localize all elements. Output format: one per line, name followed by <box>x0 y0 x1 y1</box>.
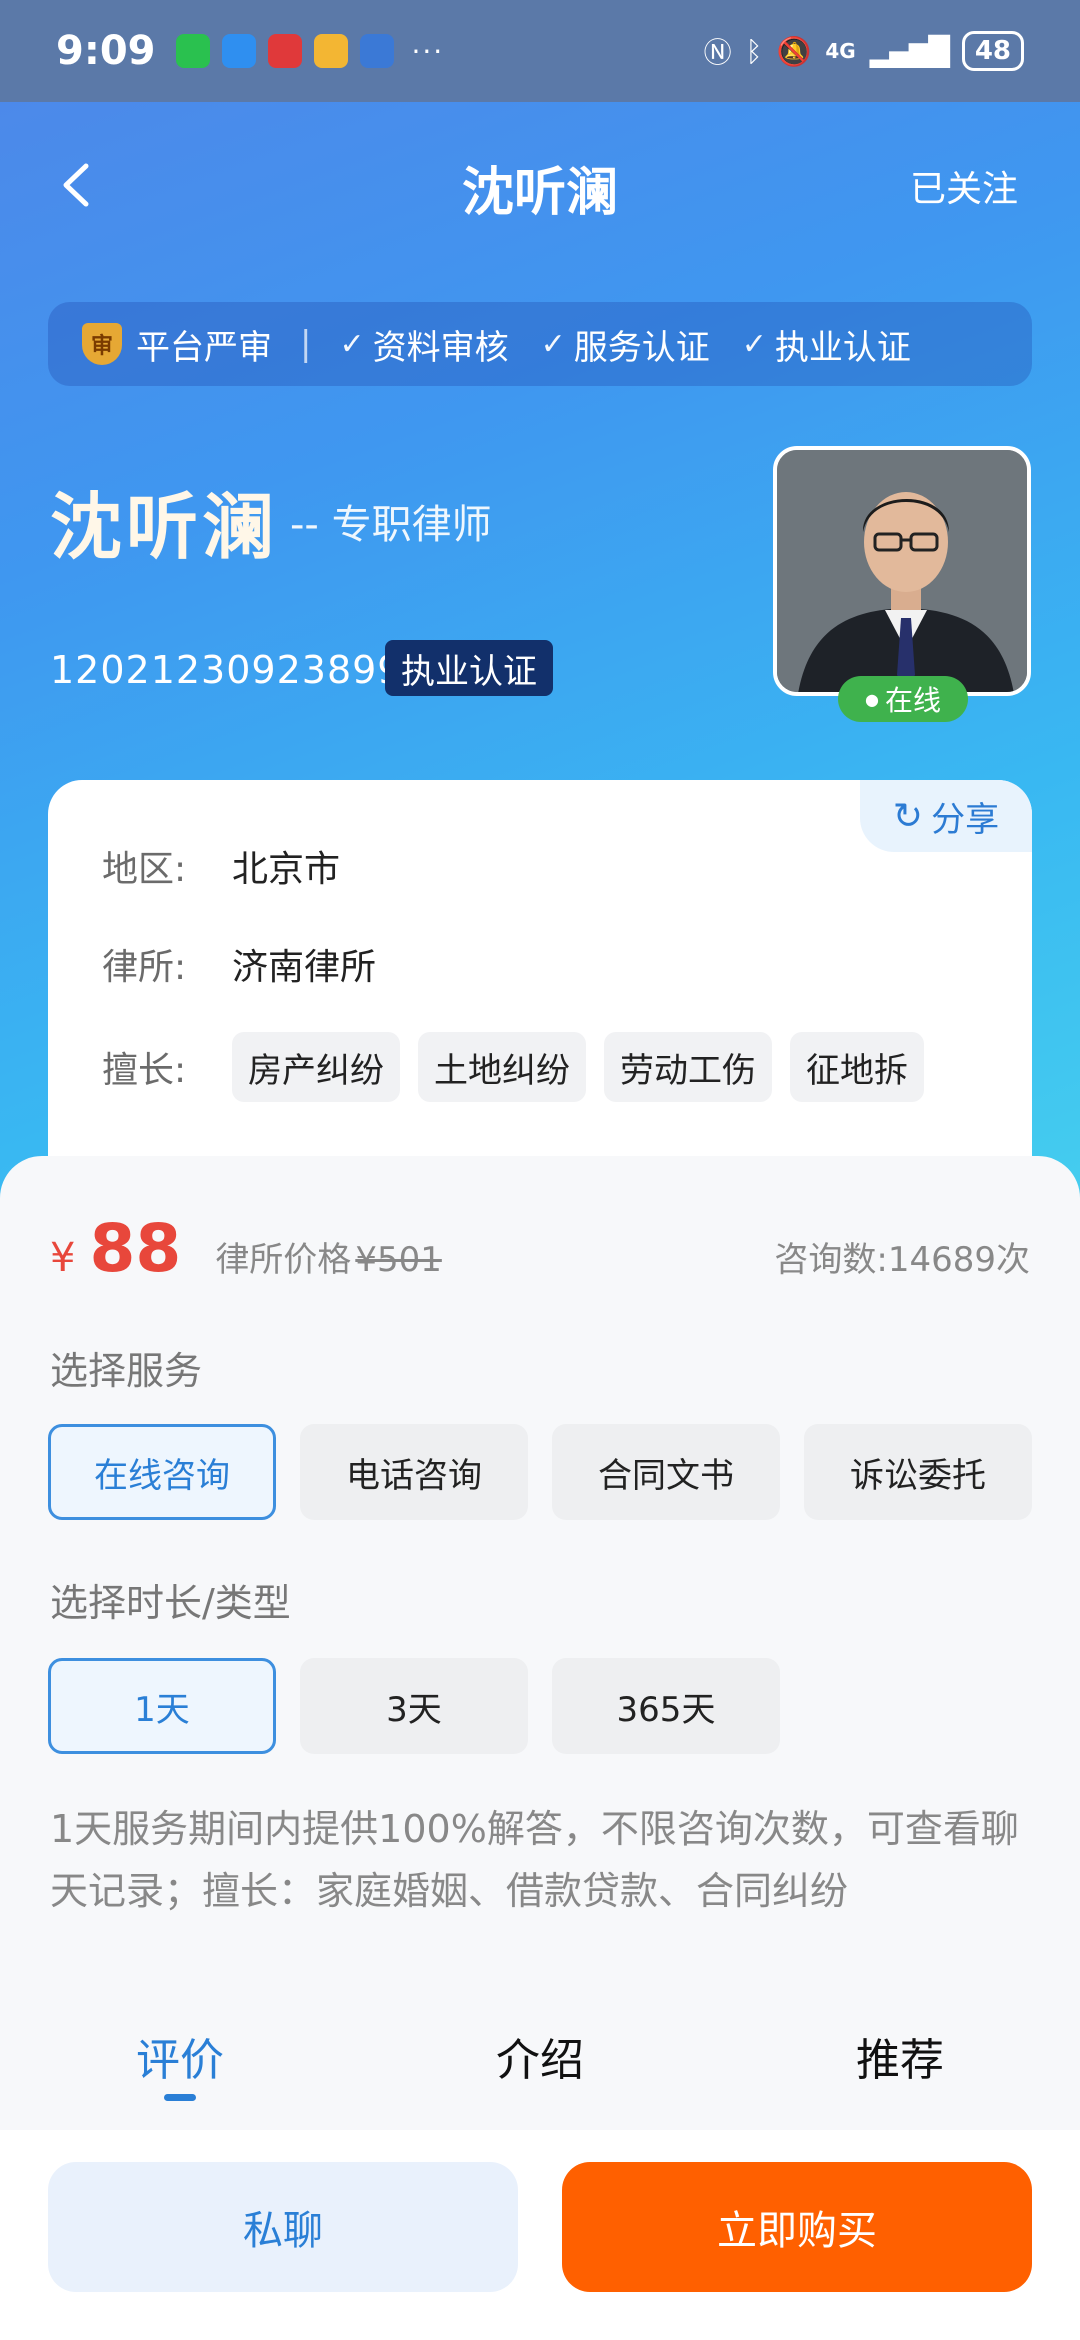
skill-tag: 劳动工伤 <box>604 1032 772 1102</box>
divider: | <box>300 324 312 364</box>
weather-icon <box>313 34 348 68</box>
price-currency: ¥ <box>50 1235 76 1281</box>
audit-item: ✓ 执业认证 <box>742 320 911 369</box>
check-icon: ✓ <box>540 326 566 362</box>
duration-option-365day[interactable]: 365天 <box>552 1658 780 1754</box>
service-option-litigation[interactable]: 诉讼委托 <box>804 1424 1032 1520</box>
service-section-title: 选择服务 <box>50 1349 203 1393</box>
shield-icon: 审 <box>82 323 122 365</box>
status-bar: 9:09 ··· Ⓝ ᛒ 🔕 4G ▂▄▆█ 48 <box>0 0 1080 102</box>
battery-indicator: 48 <box>961 31 1024 71</box>
bank-app-icon <box>359 34 394 68</box>
skills-row: 擅长: 房产纠纷 土地纠纷 劳动工伤 征地拆 <box>102 1032 978 1102</box>
detail-tabs: 评价 介绍 推荐 <box>0 1980 1080 2130</box>
share-button[interactable]: ↻ 分享 <box>860 780 1032 852</box>
skill-tag: 土地纠纷 <box>418 1032 586 1102</box>
firm-label: 律所: <box>102 947 187 988</box>
online-status-badge: ● 在线 <box>838 676 968 722</box>
lawyer-role: -- 专职律师 <box>290 502 492 548</box>
more-notifications-icon: ··· <box>411 34 445 68</box>
skill-tag: 房产纠纷 <box>232 1032 400 1102</box>
audit-item: ✓ 服务认证 <box>541 320 710 369</box>
original-price: ¥501 <box>355 1240 442 1280</box>
bottom-action-bar: 私聊 立即购买 <box>0 2130 1080 2340</box>
online-dot-icon: ● <box>865 689 879 709</box>
tab-label: 介绍 <box>496 2035 584 2086</box>
buy-now-button[interactable]: 立即购买 <box>562 2162 1032 2292</box>
original-price-label: 律所价格 <box>215 1240 352 1280</box>
check-icon: ✓ <box>741 326 767 362</box>
news-app-icon <box>267 34 302 68</box>
audit-item-label: 执业认证 <box>774 327 911 368</box>
share-label: 分享 <box>931 799 1000 840</box>
status-time: 9:09 <box>56 28 156 74</box>
price-value: 88 <box>89 1210 182 1287</box>
service-option-contract[interactable]: 合同文书 <box>552 1424 780 1520</box>
price-row: ¥ 88 律所价格 ¥501 咨询数:14689次 <box>50 1210 1030 1290</box>
network-type: 4G <box>825 39 856 63</box>
service-description: 1天服务期间内提供100%解答，不限咨询次数，可查看聊天记录；擅长：家庭婚姻、借… <box>50 1807 1019 1913</box>
license-number: 12021230923899 <box>50 648 403 692</box>
service-option-phone[interactable]: 电话咨询 <box>300 1424 528 1520</box>
lawyer-photo <box>777 450 1027 692</box>
region-row: 地区: 北京市 <box>102 840 340 892</box>
check-icon: ✓ <box>339 326 365 362</box>
audit-item-label: 服务认证 <box>573 327 710 368</box>
private-chat-button[interactable]: 私聊 <box>48 2162 518 2292</box>
duration-options: 1天 3天 365天 <box>48 1658 780 1754</box>
tab-label: 评价 <box>136 2035 224 2086</box>
skill-tag: 征地拆 <box>790 1032 924 1102</box>
bluetooth-icon: ᛒ <box>745 34 763 68</box>
duration-option-1day[interactable]: 1天 <box>48 1658 276 1754</box>
online-label: 在线 <box>884 684 941 717</box>
tab-label: 推荐 <box>856 2035 944 2086</box>
audit-item: ✓ 资料审核 <box>339 320 508 369</box>
region-label: 地区: <box>102 849 187 890</box>
tab-intro[interactable]: 介绍 <box>360 1980 720 2130</box>
duration-section-title: 选择时长/类型 <box>50 1581 291 1625</box>
wechat-icon <box>175 34 210 68</box>
audit-title: 平台严审 <box>136 327 272 368</box>
tab-reviews[interactable]: 评价 <box>0 1980 360 2130</box>
service-option-online[interactable]: 在线咨询 <box>48 1424 276 1520</box>
lawyer-info-card: ↻ 分享 地区: 北京市 律所: 济南律所 擅长: 房产纠纷 土地纠纷 劳动工伤… <box>48 780 1032 1200</box>
skills-label: 擅长: <box>102 1050 187 1091</box>
avatar[interactable] <box>773 446 1031 696</box>
firm-row: 律所: 济南律所 <box>102 938 376 990</box>
follow-button[interactable]: 已关注 <box>910 160 1018 212</box>
license-badge: 执业认证 <box>385 640 553 696</box>
consult-count: 咨询数:14689次 <box>774 1240 1030 1280</box>
active-tab-indicator <box>164 2094 196 2101</box>
lawyer-name: 沈听澜 <box>50 485 279 569</box>
firm-value: 济南律所 <box>232 947 377 988</box>
audit-item-label: 资料审核 <box>372 327 509 368</box>
top-nav: 沈听澜 已关注 <box>0 140 1080 230</box>
skill-tags: 房产纠纷 土地纠纷 劳动工伤 征地拆 <box>232 1032 978 1102</box>
system-status: Ⓝ ᛒ 🔕 4G ▂▄▆█ 48 <box>704 31 1024 71</box>
battery-level: 48 <box>974 36 1011 66</box>
nfc-icon: Ⓝ <box>703 36 732 69</box>
service-options: 在线咨询 电话咨询 合同文书 诉讼委托 <box>48 1424 1032 1520</box>
mute-icon: 🔕 <box>776 34 812 68</box>
duration-option-3day[interactable]: 3天 <box>300 1658 528 1754</box>
signal-icon: ▂▄▆█ <box>869 34 950 68</box>
message-icon <box>221 34 256 68</box>
notification-icons: ··· <box>175 34 445 68</box>
platform-audit-bar: 审 平台严审 | ✓ 资料审核 ✓ 服务认证 ✓ 执业认证 <box>48 302 1032 386</box>
tab-recommend[interactable]: 推荐 <box>720 1980 1080 2130</box>
region-value: 北京市 <box>232 849 341 890</box>
share-icon: ↻ <box>892 795 924 837</box>
